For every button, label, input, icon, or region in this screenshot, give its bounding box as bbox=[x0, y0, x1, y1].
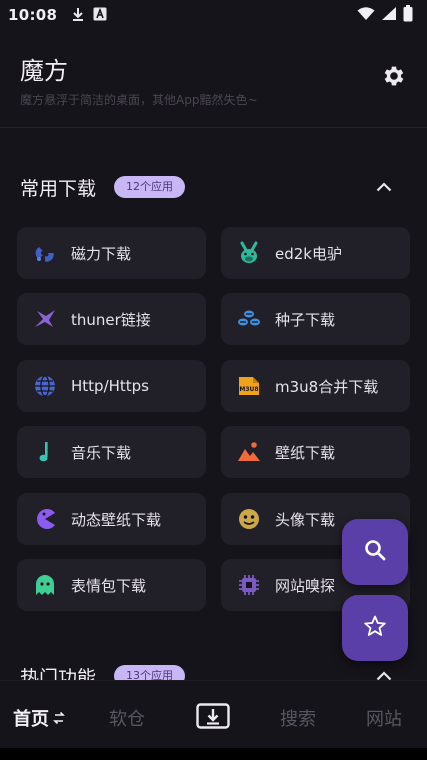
section-title: 常用下载 bbox=[20, 177, 97, 200]
donkey-icon bbox=[237, 241, 261, 265]
gear-icon bbox=[381, 63, 407, 93]
tile-label: Http/Https bbox=[71, 377, 149, 395]
nav-label: 搜索 bbox=[280, 709, 316, 730]
tile-m3u8-merge[interactable]: M3U8 m3u8合并下载 bbox=[221, 360, 410, 412]
tile-thunder-link[interactable]: thuner链接 bbox=[17, 293, 206, 345]
status-time: 10:08 bbox=[8, 6, 58, 24]
battery-icon bbox=[403, 4, 413, 26]
app-count-badge: 12个应用 bbox=[114, 176, 186, 198]
tile-ed2k[interactable]: ed2k电驴 bbox=[221, 227, 410, 279]
wifi-icon bbox=[357, 6, 375, 25]
download-icon bbox=[71, 6, 85, 25]
page-title: 魔方 bbox=[20, 57, 68, 85]
image-icon bbox=[237, 440, 261, 464]
magnet-icon bbox=[33, 241, 57, 265]
nav-item-search[interactable]: 搜索 bbox=[280, 705, 316, 731]
tile-label: 表情包下载 bbox=[71, 576, 147, 595]
tile-label: 动态壁纸下载 bbox=[71, 510, 162, 529]
mushroom-avatar-icon bbox=[237, 507, 261, 531]
download-tray-icon bbox=[196, 703, 230, 734]
nav-item-home[interactable]: 首页 bbox=[13, 705, 65, 731]
nav-item-software-store[interactable]: 软仓 bbox=[109, 705, 145, 731]
section-common-downloads-header[interactable]: 常用下载 12个应用 bbox=[20, 175, 410, 200]
search-icon bbox=[363, 538, 387, 566]
star-icon bbox=[363, 614, 387, 642]
globe-icon bbox=[33, 374, 57, 398]
nav-item-websites[interactable]: 网站 bbox=[366, 705, 402, 731]
tile-label: 种子下载 bbox=[275, 310, 336, 329]
tile-wallpaper-download[interactable]: 壁纸下载 bbox=[221, 426, 410, 478]
swap-icon bbox=[53, 711, 65, 725]
nav-label: 网站 bbox=[366, 709, 402, 730]
nav-label: 软仓 bbox=[109, 709, 145, 730]
tile-label: 壁纸下载 bbox=[275, 443, 336, 462]
signal-icon bbox=[381, 6, 397, 25]
pacman-icon bbox=[33, 507, 57, 531]
search-fab-button[interactable] bbox=[342, 519, 408, 585]
tile-torrent-download[interactable]: 种子下载 bbox=[221, 293, 410, 345]
status-bar: 10:08 bbox=[0, 0, 427, 30]
tile-label: thuner链接 bbox=[71, 310, 151, 329]
m3u8-file-icon: M3U8 bbox=[237, 374, 261, 398]
svg-text:M3U8: M3U8 bbox=[239, 386, 258, 393]
tile-http-https[interactable]: Http/Https bbox=[17, 360, 206, 412]
tile-live-wallpaper-download[interactable]: 动态壁纸下载 bbox=[17, 493, 206, 545]
ghost-icon bbox=[33, 573, 57, 597]
settings-button[interactable] bbox=[380, 64, 408, 92]
chip-icon bbox=[237, 573, 261, 597]
tile-label: m3u8合并下载 bbox=[275, 377, 379, 396]
favorite-fab-button[interactable] bbox=[342, 595, 408, 661]
tile-label: 头像下载 bbox=[275, 510, 336, 529]
tile-label: 磁力下载 bbox=[71, 244, 132, 263]
a-badge-icon bbox=[93, 6, 107, 25]
chevron-up-icon[interactable] bbox=[374, 177, 394, 197]
tile-label: 网站嗅探 bbox=[275, 576, 336, 595]
tile-music-download[interactable]: 音乐下载 bbox=[17, 426, 206, 478]
seeds-icon bbox=[237, 307, 261, 331]
bird-icon bbox=[33, 307, 57, 331]
page-subtitle: 魔方悬浮于简洁的桌面，其他App黯然失色~ bbox=[20, 93, 258, 107]
nav-label: 首页 bbox=[13, 709, 49, 730]
app-header: 魔方 魔方悬浮于简洁的桌面，其他App黯然失色~ bbox=[0, 30, 427, 128]
music-note-icon bbox=[33, 440, 57, 464]
tile-sticker-download[interactable]: 表情包下载 bbox=[17, 559, 206, 611]
system-navigation-bar bbox=[0, 748, 427, 760]
tile-label: ed2k电驴 bbox=[275, 244, 342, 263]
tile-magnet-download[interactable]: 磁力下载 bbox=[17, 227, 206, 279]
bottom-navigation: 首页 软仓 搜索 网站 bbox=[0, 680, 427, 748]
tile-label: 音乐下载 bbox=[71, 443, 132, 462]
nav-item-downloads[interactable] bbox=[196, 703, 230, 734]
